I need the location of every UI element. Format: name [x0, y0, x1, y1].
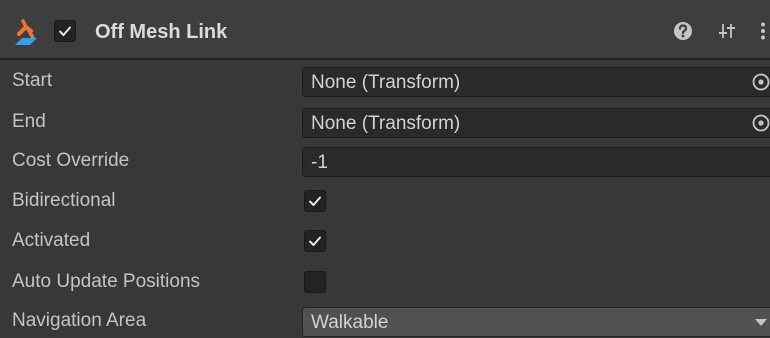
auto-update-positions-label: Auto Update Positions — [12, 271, 201, 292]
kebab-menu-icon[interactable] — [756, 19, 770, 43]
property-row-auto-update-positions: Auto Update Positions — [0, 263, 770, 301]
property-row-activated: Activated — [0, 222, 770, 260]
property-row-bidirectional: Bidirectional — [0, 182, 770, 220]
end-value: None (Transform) — [311, 113, 461, 134]
property-row-cost-override: Cost Override -1 — [0, 142, 770, 180]
navigation-area-label: Navigation Area — [12, 310, 147, 331]
component-enabled-checkbox[interactable] — [54, 20, 76, 42]
end-object-field[interactable]: None (Transform) — [302, 108, 770, 138]
start-object-field[interactable]: None (Transform) — [302, 67, 770, 97]
activated-label: Activated — [12, 230, 91, 251]
presets-icon[interactable] — [716, 19, 738, 43]
property-row-end: End None (Transform) — [0, 103, 770, 141]
header-divider — [0, 58, 770, 60]
component-header[interactable]: Off Mesh Link — [0, 0, 770, 58]
cost-override-label: Cost Override — [12, 150, 130, 171]
end-label: End — [12, 111, 46, 132]
navigation-area-dropdown[interactable]: Walkable — [302, 307, 770, 337]
inspector-panel: Off Mesh Link Start None (Transform) End… — [0, 0, 770, 338]
object-picker-icon[interactable] — [751, 72, 770, 92]
property-row-navigation-area: Navigation Area Walkable — [0, 302, 770, 338]
start-label: Start — [12, 70, 53, 91]
auto-update-positions-checkbox[interactable] — [304, 271, 326, 293]
cost-override-value: -1 — [311, 152, 328, 173]
dropdown-arrow-icon — [755, 319, 767, 326]
help-icon[interactable] — [672, 19, 694, 43]
bidirectional-checkbox[interactable] — [304, 190, 326, 212]
cost-override-input[interactable]: -1 — [302, 147, 770, 177]
navigation-area-value: Walkable — [311, 312, 389, 333]
property-row-start: Start None (Transform) — [0, 62, 770, 100]
object-picker-icon[interactable] — [751, 113, 770, 133]
component-title: Off Mesh Link — [95, 21, 228, 43]
off-mesh-link-component-icon — [13, 18, 41, 46]
bidirectional-label: Bidirectional — [12, 190, 116, 211]
start-value: None (Transform) — [311, 72, 461, 93]
activated-checkbox[interactable] — [304, 230, 326, 252]
